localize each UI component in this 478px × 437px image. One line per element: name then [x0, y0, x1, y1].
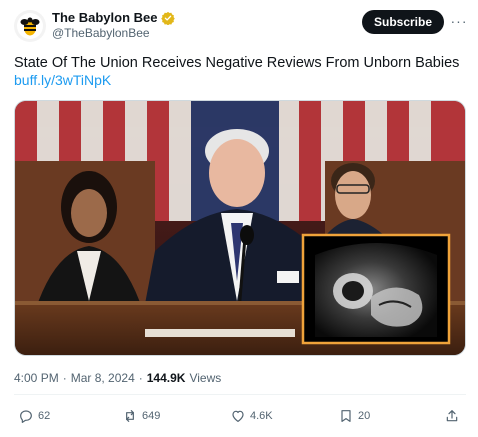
avatar[interactable]: [14, 10, 46, 42]
meta-separator: ·: [62, 371, 67, 385]
author-display-name[interactable]: The Babylon Bee: [52, 10, 157, 25]
tweet-meta: 4:00 PM · Mar 8, 2024 · 144.9K Views: [14, 371, 221, 385]
author-name-row[interactable]: The Babylon Bee: [52, 10, 176, 25]
bookmark-button[interactable]: 20: [338, 404, 370, 428]
repost-count: 649: [142, 410, 161, 422]
repost-icon: [126, 410, 134, 422]
tweet-date[interactable]: Mar 8, 2024: [71, 371, 135, 385]
ultrasound-inset: [301, 233, 451, 345]
divider: [14, 394, 466, 395]
bookmark-count: 20: [358, 410, 371, 422]
share-button[interactable]: [444, 404, 460, 428]
like-count: 4.6K: [250, 410, 273, 422]
reply-icon: [20, 410, 32, 423]
gold-verified-icon: [161, 11, 176, 25]
reply-count: 62: [38, 410, 51, 422]
views-count: 144.9K: [146, 371, 186, 385]
more-options-icon[interactable]: ···: [450, 12, 468, 30]
tweet-media-image[interactable]: [14, 100, 466, 356]
action-bar: 62 649 4.6K 20: [14, 404, 466, 428]
share-icon: [446, 410, 458, 422]
like-button[interactable]: 4.6K: [230, 404, 273, 428]
tweet-card[interactable]: The Babylon Bee @TheBabylonBee Subscribe…: [0, 0, 478, 437]
subscribe-button[interactable]: Subscribe: [362, 10, 444, 34]
repost-button[interactable]: 649: [122, 404, 160, 428]
tweet-link[interactable]: buff.ly/3wTiNpK: [14, 72, 111, 88]
meta-separator: ·: [138, 371, 143, 385]
bee-logo-icon: [17, 13, 43, 39]
tweet-text: State Of The Union Receives Negative Rev…: [14, 55, 460, 71]
author-handle[interactable]: @TheBabylonBee: [52, 26, 150, 40]
bookmark-icon: [341, 410, 351, 422]
tweet-time[interactable]: 4:00 PM: [14, 371, 59, 385]
heart-icon: [232, 410, 244, 422]
reply-button[interactable]: 62: [18, 404, 50, 428]
views-label: Views: [189, 371, 222, 385]
